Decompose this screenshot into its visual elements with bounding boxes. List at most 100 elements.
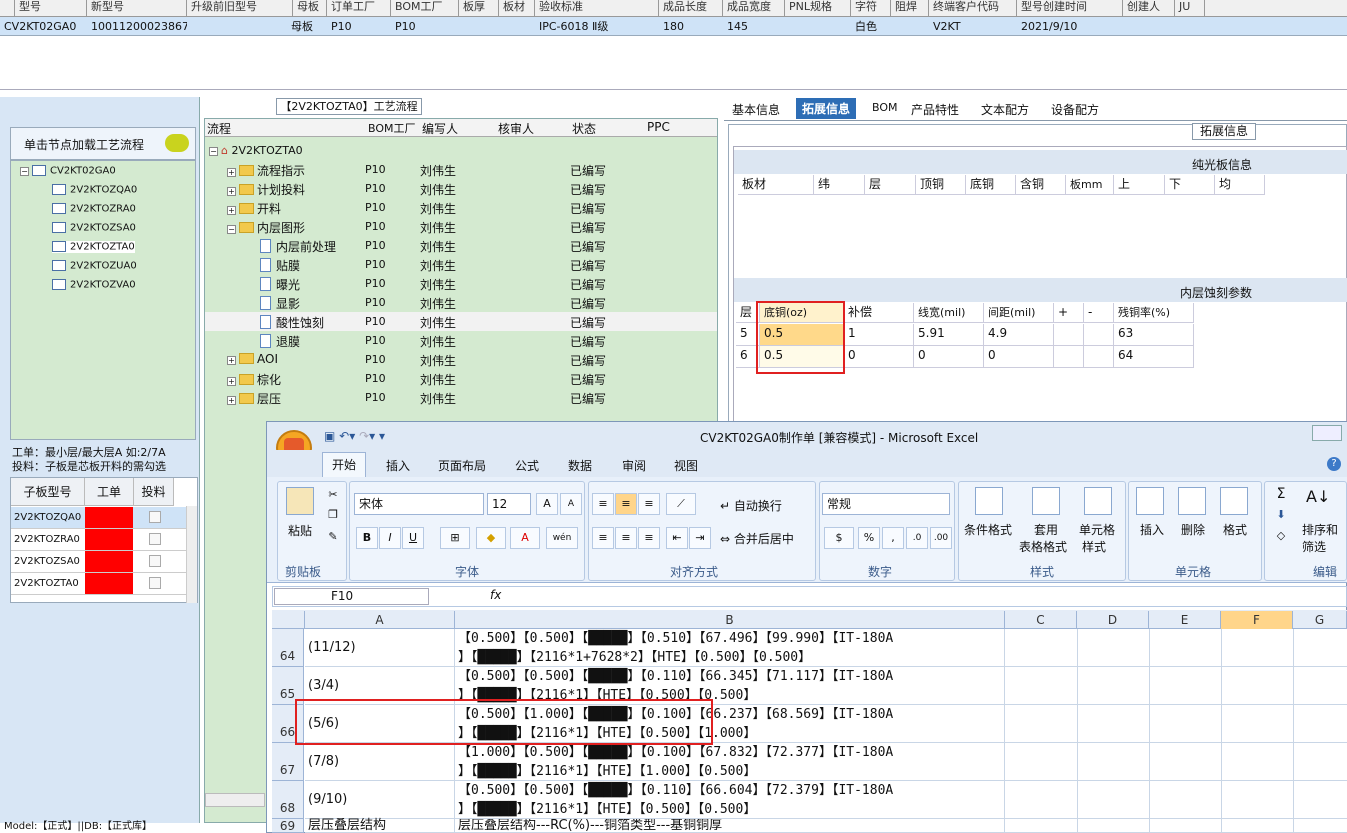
align-center-icon[interactable]: ≡ — [615, 527, 637, 549]
delete-cells-icon[interactable] — [1178, 487, 1206, 515]
grid-cell[interactable] — [1084, 324, 1114, 346]
cell-a[interactable]: (9/10) — [305, 781, 455, 819]
insert-cells-icon[interactable] — [1136, 487, 1164, 515]
col-header[interactable]: 编写人 — [422, 120, 458, 137]
process-row[interactable]: 贴膜 P10 刘伟生 已编写 — [205, 255, 717, 274]
col-header[interactable]: 成品宽度 — [723, 0, 785, 16]
minimize-button[interactable] — [1312, 425, 1342, 441]
sort-filter-icon[interactable]: A↓ — [1306, 487, 1330, 509]
column-header-e[interactable]: E — [1149, 611, 1221, 629]
col-header[interactable]: 状态 — [572, 120, 596, 137]
col-header[interactable]: BOM工厂 — [368, 120, 416, 136]
expand-icon[interactable]: + — [227, 206, 236, 215]
feed-checkbox[interactable] — [149, 555, 161, 567]
cell-a[interactable]: (7/8) — [305, 743, 455, 781]
tab-data[interactable]: 数据 — [568, 457, 592, 474]
row-header[interactable]: 68 — [272, 781, 304, 819]
col-header[interactable]: BOM工厂 — [391, 0, 459, 16]
expand-icon[interactable]: + — [227, 377, 236, 386]
cut-icon[interactable]: ✂ — [322, 485, 344, 507]
empty-cells[interactable] — [1005, 705, 1347, 743]
table-row[interactable]: 2V2KTOZTA0 — [11, 573, 186, 595]
empty-cells[interactable] — [1005, 629, 1347, 667]
grid-cell[interactable] — [1084, 346, 1114, 368]
grid-cell[interactable]: 0 — [914, 346, 984, 368]
cell-style-label[interactable]: 单元格 — [1079, 521, 1115, 538]
format-painter-icon[interactable]: ✎ — [322, 527, 344, 549]
column-header-b[interactable]: B — [455, 611, 1005, 629]
workorder-cell[interactable] — [85, 573, 133, 594]
tab-formulas[interactable]: 公式 — [515, 457, 539, 474]
grid-cell[interactable]: 0 — [984, 346, 1054, 368]
conditional-format-button[interactable]: 条件格式 — [964, 521, 1012, 538]
expand-icon[interactable]: + — [227, 168, 236, 177]
align-middle-icon[interactable]: ≡ — [615, 493, 637, 515]
column-header-d[interactable]: D — [1077, 611, 1149, 629]
row-header[interactable]: 67 — [272, 743, 304, 781]
shrink-font-icon[interactable]: A — [560, 493, 582, 515]
name-box[interactable]: F10 — [274, 588, 429, 605]
order-row-selected[interactable]: CV2KT02GA0 10011200023867 母板 P10 P10 IPC… — [0, 17, 1347, 36]
grow-font-icon[interactable]: A — [536, 493, 558, 515]
col-header[interactable]: 投料 — [134, 478, 174, 506]
empty-cells[interactable] — [1005, 781, 1347, 819]
table-row[interactable]: 2V2KTOZQA0 — [11, 507, 186, 529]
sort-filter-label[interactable]: 排序和 — [1302, 521, 1338, 538]
align-right-icon[interactable]: ≡ — [638, 527, 660, 549]
grid-cell[interactable]: 63 — [1114, 324, 1194, 346]
process-row[interactable]: + AOI P10 刘伟生 已编写 — [205, 350, 717, 369]
merge-center-button[interactable]: ⇔ 合并后居中 — [720, 530, 794, 547]
column-header-f[interactable]: F — [1221, 611, 1293, 629]
tab-home[interactable]: 开始 — [322, 452, 366, 478]
align-bottom-icon[interactable]: ≡ — [638, 493, 660, 515]
cell-a[interactable]: 层压叠层结构 — [305, 819, 455, 833]
horizontal-scrollbar[interactable] — [205, 793, 265, 807]
col-header[interactable]: 流程 — [207, 120, 231, 137]
empty-cells[interactable] — [1005, 743, 1347, 781]
fx-icon[interactable]: fx — [490, 588, 501, 602]
grid-cell[interactable]: 4.9 — [984, 324, 1054, 346]
orientation-icon[interactable]: ⟋ — [666, 493, 696, 515]
col-header[interactable]: 升级前旧型号 — [187, 0, 293, 16]
col-header[interactable]: 板厚 — [459, 0, 499, 16]
customize-toolbar-icon[interactable]: ▾ — [379, 429, 385, 443]
tab-insert[interactable]: 插入 — [386, 457, 410, 474]
table-format-label[interactable]: 表格格式 — [1019, 538, 1067, 555]
cell-b[interactable]: 层压叠层结构---RC(%)---铜箔类型---基铜铜厚 — [455, 819, 1005, 833]
table-format-icon[interactable] — [1032, 487, 1060, 515]
column-header-g[interactable]: G — [1293, 611, 1347, 629]
col-header[interactable]: 新型号 — [87, 0, 187, 16]
col-header[interactable]: 板材 — [499, 0, 535, 16]
autosum-icon[interactable]: Σ — [1270, 484, 1292, 506]
redo-icon[interactable]: ↷ — [359, 429, 369, 443]
grid-cell[interactable] — [1054, 324, 1084, 346]
col-header[interactable]: 子板型号 — [11, 478, 85, 506]
tree-node-selected[interactable]: 2V2KTOZTA0 — [52, 241, 135, 253]
tree-node[interactable]: 2V2KTOZQA0 — [52, 184, 137, 196]
clear-icon[interactable]: ◇ — [1270, 526, 1292, 548]
align-left-icon[interactable]: ≡ — [592, 527, 614, 549]
feed-checkbox[interactable] — [149, 577, 161, 589]
cell-b[interactable]: 【0.500】【0.500】【█████】【0.110】【66.604】【72.… — [455, 781, 1005, 819]
row-header[interactable]: 64 — [272, 629, 304, 667]
underline-icon[interactable]: U — [402, 527, 424, 549]
cell-b[interactable]: 【1.000】【0.500】【█████】【0.100】【67.832】【72.… — [455, 743, 1005, 781]
number-format-select[interactable]: 常规 — [822, 493, 950, 515]
grid-cell[interactable]: 0 — [844, 346, 914, 368]
formula-bar[interactable] — [272, 586, 1347, 607]
column-header-a[interactable]: A — [305, 611, 455, 629]
tab-text-recipe[interactable]: 文本配方 — [981, 101, 1029, 118]
process-row[interactable]: + 棕化 P10 刘伟生 已编写 — [205, 369, 717, 388]
process-row[interactable]: + 计划投料 P10 刘伟生 已编写 — [205, 179, 717, 198]
workorder-cell[interactable] — [85, 507, 133, 528]
tree-root[interactable]: − CV2KT02GA0 — [20, 165, 116, 177]
column-header-c[interactable]: C — [1005, 611, 1077, 629]
process-row[interactable]: + 开料 P10 刘伟生 已编写 — [205, 198, 717, 217]
col-header[interactable]: 终端客户代码 — [929, 0, 1017, 16]
cell-style-icon[interactable] — [1084, 487, 1112, 515]
paste-icon[interactable] — [286, 487, 314, 515]
increase-indent-icon[interactable]: ⇥ — [689, 527, 711, 549]
table-row[interactable]: 2V2KTOZRA0 — [11, 529, 186, 551]
collapse-icon[interactable]: − — [209, 147, 218, 156]
undo-icon[interactable]: ↶ — [339, 429, 349, 443]
